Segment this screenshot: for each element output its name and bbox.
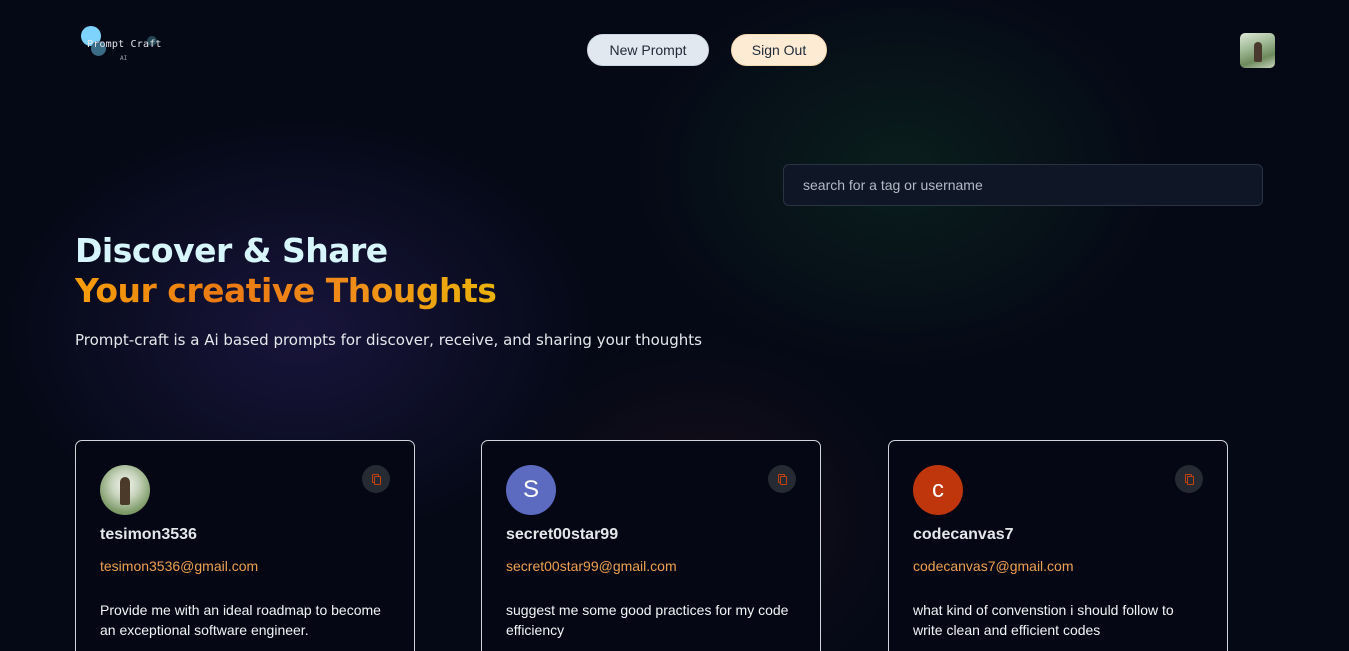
card-username[interactable]: codecanvas7 <box>913 526 1014 544</box>
card-email: codecanvas7@gmail.com <box>913 558 1074 574</box>
prompt-card[interactable]: S secret00star99 secret00star99@gmail.co… <box>481 440 821 651</box>
logo-subtext: AI <box>120 55 128 62</box>
copy-icon <box>374 476 381 485</box>
hero-title: Discover & Share Your creative Thoughts <box>75 231 497 311</box>
user-avatar[interactable] <box>100 465 150 515</box>
search-input[interactable] <box>783 164 1263 206</box>
new-prompt-button[interactable]: New Prompt <box>587 34 709 66</box>
card-prompt-text: what kind of convenstion i should follow… <box>913 602 1174 638</box>
copy-icon <box>1187 476 1194 485</box>
profile-avatar[interactable] <box>1240 33 1275 68</box>
card-username[interactable]: secret00star99 <box>506 526 618 544</box>
card-prompt-text: Provide me with an ideal roadmap to beco… <box>100 602 381 638</box>
card-username[interactable]: tesimon3536 <box>100 526 197 544</box>
logo[interactable]: Prompt Craft AI <box>80 26 170 66</box>
card-prompt-text: suggest me some good practices for my co… <box>506 602 789 638</box>
avatar-figure <box>1254 42 1262 62</box>
copy-button[interactable] <box>362 465 390 493</box>
hero-title-line2: Your creative Thoughts <box>75 271 497 310</box>
page: Prompt Craft AI New Prompt Sign Out Disc… <box>0 0 1349 651</box>
prompt-card[interactable]: c codecanvas7 codecanvas7@gmail.com what… <box>888 440 1228 651</box>
user-avatar[interactable]: c <box>913 465 963 515</box>
logo-text: Prompt Craft <box>87 39 162 50</box>
user-avatar[interactable]: S <box>506 465 556 515</box>
card-email: secret00star99@gmail.com <box>506 558 677 574</box>
avatar-figure <box>120 477 130 505</box>
card-email: tesimon3536@gmail.com <box>100 558 259 574</box>
avatar-letter: c <box>932 476 944 503</box>
copy-icon <box>780 476 787 485</box>
prompt-card[interactable]: tesimon3536 tesimon3536@gmail.com Provid… <box>75 440 415 651</box>
copy-button[interactable] <box>768 465 796 493</box>
avatar-letter: S <box>522 476 539 503</box>
copy-button[interactable] <box>1175 465 1203 493</box>
sign-out-button[interactable]: Sign Out <box>731 34 827 66</box>
hero-title-line1: Discover & Share <box>75 231 388 270</box>
hero-description: Prompt-craft is a Ai based prompts for d… <box>75 331 702 349</box>
